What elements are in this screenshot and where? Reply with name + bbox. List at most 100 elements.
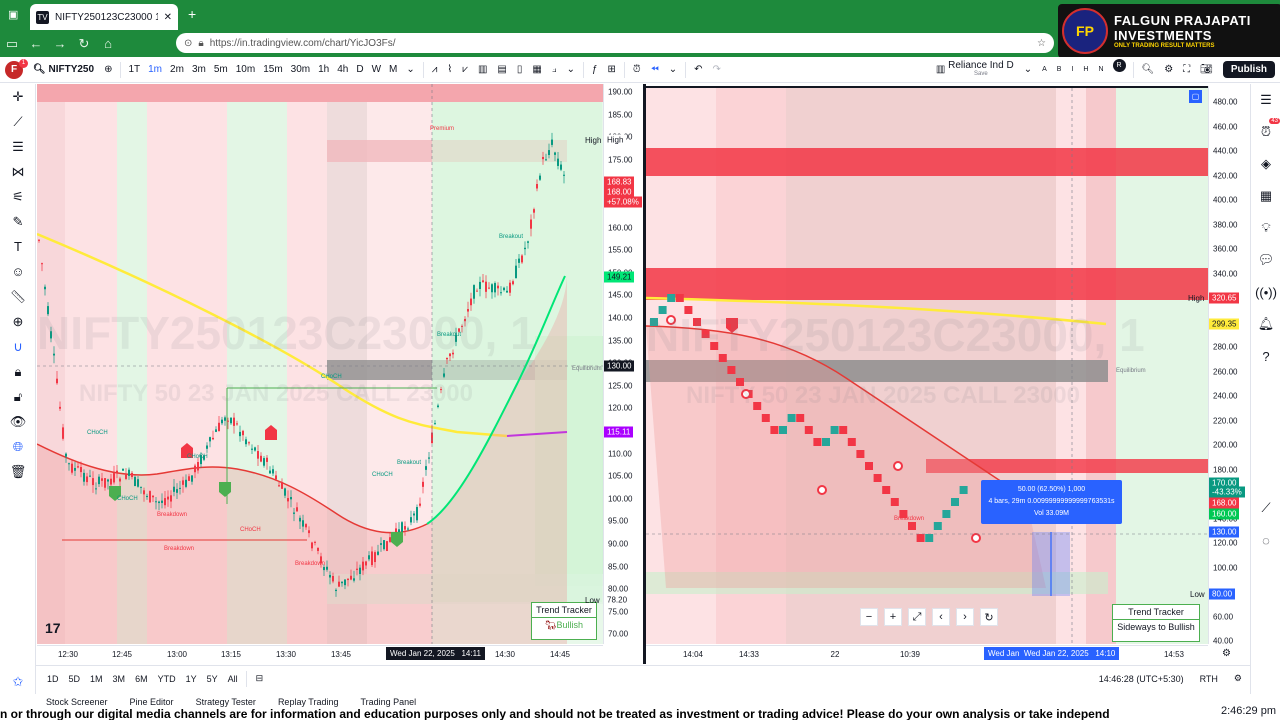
interval-3m[interactable]: 3m xyxy=(188,59,210,81)
range-6m[interactable]: 6M xyxy=(130,674,153,684)
interval-30m[interactable]: 30m xyxy=(287,59,314,81)
reload-icon[interactable]: ↻ xyxy=(72,32,96,56)
line-style-icon[interactable]: ⌇ xyxy=(442,59,457,81)
candles-style-icon[interactable]: ▥ xyxy=(473,59,492,81)
compare-symbol-icon[interactable]: ⊕ xyxy=(99,59,117,81)
renko-style-icon[interactable]: ▤ xyxy=(492,59,511,81)
fullscreen-icon[interactable]: ⛶ xyxy=(1178,59,1195,81)
scroll-left-icon[interactable]: ‹ xyxy=(932,608,950,626)
reset-chart-icon[interactable]: ↻ xyxy=(980,608,998,626)
interval-1m[interactable]: 1m xyxy=(144,59,166,81)
range-all[interactable]: All xyxy=(223,674,243,684)
chart-type-chevron-icon[interactable]: ⌄ xyxy=(562,59,580,81)
site-info-icon[interactable]: ⊙ xyxy=(184,38,192,49)
emoji-icon[interactable]: ☺ xyxy=(0,259,36,284)
quick-search-icon[interactable]: 🔍︎ xyxy=(1137,59,1160,81)
range-ytd[interactable]: YTD xyxy=(153,674,181,684)
interval-2m[interactable]: 2m xyxy=(166,59,188,81)
home-icon[interactable]: ⌂ xyxy=(96,32,120,56)
range-5d[interactable]: 5D xyxy=(64,674,86,684)
fit-icon[interactable]: ⤢ xyxy=(908,608,926,626)
watchlist-icon[interactable]: ☰ xyxy=(1251,84,1280,116)
publish-button[interactable]: Publish xyxy=(1218,59,1280,81)
hotlist-icon[interactable]: ⟋ xyxy=(1251,492,1280,524)
layout-chevron-icon[interactable]: ⌄ xyxy=(1019,59,1037,81)
letter-button-n[interactable]: N xyxy=(1093,59,1108,81)
globe-icon[interactable]: 🌐︎ xyxy=(0,434,36,459)
snapshot-camera-icon[interactable]: 📷︎ xyxy=(1195,59,1218,81)
axis-settings-icon[interactable]: ⚙︎ xyxy=(1222,648,1231,659)
goto-date-icon[interactable]: ⊟ xyxy=(250,673,270,684)
panel-tab-pine-editor[interactable]: Pine Editor xyxy=(130,697,174,707)
bar-style-icon[interactable]: ⩘ xyxy=(427,59,443,81)
brush-icon[interactable]: ✎ xyxy=(0,209,36,234)
help-icon[interactable]: ? xyxy=(1251,340,1280,372)
trash-icon[interactable]: 🗑︎ xyxy=(0,459,36,484)
letter-button-i[interactable]: I xyxy=(1066,59,1078,81)
panel-tab-replay-trading[interactable]: Replay Trading xyxy=(278,697,339,707)
interval-15m[interactable]: 15m xyxy=(259,59,286,81)
panel-tab-stock-screener[interactable]: Stock Screener xyxy=(46,697,108,707)
user-avatar[interactable]: F 1 xyxy=(0,58,28,81)
letter-button-h[interactable]: H xyxy=(1078,59,1093,81)
range-1d[interactable]: 1D xyxy=(42,674,64,684)
interval-1h[interactable]: 1h xyxy=(314,59,333,81)
letter-button-r[interactable]: R xyxy=(1112,58,1126,72)
text-icon[interactable]: T xyxy=(0,234,36,259)
replay-icon[interactable]: ⏪︎ xyxy=(646,59,664,81)
back-icon[interactable]: ← xyxy=(24,32,48,56)
left-time-axis[interactable]: 12:30 12:45 13:00 13:15 13:30 13:45 14:30 14:45 xyxy=(37,645,603,665)
url-field[interactable]: ⊙ 🔒︎ https://in.tradingview.com/chart/Yi… xyxy=(176,33,1054,53)
settings-gear-icon[interactable]: ⚙︎ xyxy=(1159,59,1178,81)
range-5y[interactable]: 5Y xyxy=(202,674,223,684)
notifications-bell-icon[interactable]: 🔔︎ xyxy=(1251,308,1280,340)
zoom-icon[interactable]: ⊕ xyxy=(0,309,36,334)
calendar-icon[interactable]: ▦ xyxy=(1251,180,1280,212)
trendline-icon[interactable]: ⟋ xyxy=(0,109,36,134)
sidebar-icon[interactable]: ▭ xyxy=(0,32,24,56)
redo-icon[interactable]: ↷ xyxy=(708,59,726,81)
crosshair-icon[interactable]: ✛ xyxy=(0,84,36,109)
right-time-axis[interactable]: 14:04 14:33 22 10:39 14:53 xyxy=(646,645,1208,665)
interval-d[interactable]: D xyxy=(352,59,367,81)
interval-m[interactable]: M xyxy=(385,59,401,81)
layers-icon[interactable]: ◈ xyxy=(1251,148,1280,180)
left-price-scale[interactable]: 190.00185.00180.00175.00170.00165.00160.… xyxy=(603,84,643,644)
forecast-icon[interactable]: ⚟ xyxy=(0,184,36,209)
scroll-right-icon[interactable]: › xyxy=(956,608,974,626)
hollow-candles-icon[interactable]: ▯ xyxy=(512,59,528,81)
broadcast-icon[interactable]: ((•)) xyxy=(1251,276,1280,308)
zoom-out-icon[interactable]: − xyxy=(860,608,878,626)
fib-icon[interactable]: ☰ xyxy=(0,134,36,159)
area-style-icon[interactable]: ⩗ xyxy=(457,59,473,81)
maximize-icon[interactable]: ▢ xyxy=(1189,90,1202,103)
templates-icon[interactable]: ⊞ xyxy=(603,59,621,81)
interval-4h[interactable]: 4h xyxy=(333,59,352,81)
new-tab-icon[interactable]: + xyxy=(188,6,196,22)
interval-5m[interactable]: 5m xyxy=(210,59,232,81)
unlock-icon[interactable]: 🔓︎ xyxy=(0,384,36,409)
spinner-icon[interactable]: ◌ xyxy=(1251,524,1280,556)
layout-selector[interactable]: ▥ Reliance Ind D Save xyxy=(931,59,1019,81)
range-1m[interactable]: 1M xyxy=(85,674,108,684)
right-price-scale[interactable]: 480.00 460.00 440.00 420.00 400.00 380.00 360.… xyxy=(1208,86,1248,646)
interval-w[interactable]: W xyxy=(368,59,385,81)
browser-tab[interactable]: TV NIFTY250123C23000 168.00 ▼ ✕ xyxy=(30,4,178,30)
right-chart-pane[interactable]: NIFTY250123C23000, 1 NIFTY 50 23 JAN 202… xyxy=(646,86,1208,644)
range-1y[interactable]: 1Y xyxy=(181,674,202,684)
pattern-icon[interactable]: ⋈ xyxy=(0,159,36,184)
favorites-star-icon[interactable]: ✩ xyxy=(0,669,36,694)
letter-button-a[interactable]: A xyxy=(1037,59,1052,81)
zoom-in-icon[interactable]: + xyxy=(884,608,902,626)
ideas-icon[interactable]: 💡︎ xyxy=(1251,212,1280,244)
alert-icon[interactable]: ⏰︎ xyxy=(628,59,646,81)
symbol-search[interactable]: 🔍︎ NIFTY250 xyxy=(28,59,99,81)
interval-10m[interactable]: 10m xyxy=(232,59,259,81)
chat-icon[interactable]: 💬︎ xyxy=(1251,244,1280,276)
range-3m[interactable]: 3M xyxy=(108,674,131,684)
alerts-icon[interactable]: ⏰︎ 43 xyxy=(1251,116,1280,148)
undo-icon[interactable]: ↶ xyxy=(689,59,707,81)
adjust-icon[interactable]: ⚙︎ xyxy=(1226,673,1250,684)
eye-icon[interactable]: 👁︎ xyxy=(0,409,36,434)
panel-tab-strategy-tester[interactable]: Strategy Tester xyxy=(196,697,256,707)
